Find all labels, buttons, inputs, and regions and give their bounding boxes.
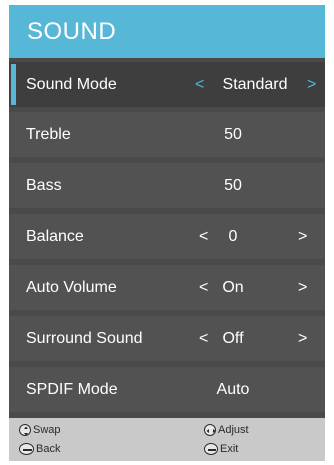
hint-exit: Exit xyxy=(204,440,238,458)
menu-item-treble[interactable]: Treble 50 xyxy=(9,112,325,157)
hint-adjust: Adjust xyxy=(204,421,249,439)
exit-icon xyxy=(204,443,218,456)
menu-item-value: On xyxy=(222,279,244,296)
arrow-left-icon[interactable]: < xyxy=(199,214,208,259)
menu-item-value: Off xyxy=(222,330,244,347)
menu-item-value: Standard xyxy=(222,76,288,93)
arrow-right-icon[interactable]: > xyxy=(298,265,307,310)
hint-back: Back xyxy=(19,440,60,458)
menu-item-bass[interactable]: Bass 50 xyxy=(9,163,325,208)
arrow-right-icon[interactable]: > xyxy=(298,214,307,259)
menu-item-value: 0 xyxy=(228,228,238,245)
arrow-right-icon[interactable]: > xyxy=(307,62,316,107)
arrow-left-icon[interactable]: < xyxy=(199,316,208,361)
menu-item-label: Surround Sound xyxy=(26,330,143,347)
menu-item-label: SPDIF Mode xyxy=(26,381,118,398)
hint-swap-label: Swap xyxy=(33,424,61,437)
menu-title: SOUND xyxy=(9,5,325,58)
focus-indicator xyxy=(11,64,16,105)
up-down-icon xyxy=(19,424,31,437)
menu-item-sound-mode[interactable]: Sound Mode < Standard > xyxy=(9,62,325,107)
menu-item-label: Treble xyxy=(26,126,71,143)
menu-item-value: 50 xyxy=(224,177,242,194)
menu-item-spdif-mode[interactable]: SPDIF Mode Auto xyxy=(9,367,325,412)
key-hint-bar: Swap Adjust Back Exit xyxy=(9,418,325,461)
hint-adjust-label: Adjust xyxy=(218,424,249,437)
hint-back-label: Back xyxy=(36,443,61,456)
arrow-left-icon[interactable]: < xyxy=(195,62,204,107)
menu-item-balance[interactable]: Balance < 0 > xyxy=(9,214,325,259)
left-right-icon xyxy=(204,424,216,437)
menu-item-label: Sound Mode xyxy=(26,76,117,93)
menu-item-auto-volume[interactable]: Auto Volume < On > xyxy=(9,265,325,310)
menu-item-label: Balance xyxy=(26,228,84,245)
menu-item-surround-sound[interactable]: Surround Sound < Off > xyxy=(9,316,325,361)
menu-item-value: 50 xyxy=(224,126,242,143)
menu-item-value: Auto xyxy=(216,381,250,398)
hint-exit-label: Exit xyxy=(220,443,239,456)
menu-item-label: Auto Volume xyxy=(26,279,117,296)
sound-menu: SOUND Sound Mode < Standard > Treble 50 … xyxy=(9,5,325,461)
menu-item-label: Bass xyxy=(26,177,62,194)
arrow-left-icon[interactable]: < xyxy=(199,265,208,310)
hint-swap: Swap xyxy=(19,421,61,439)
menu-icon xyxy=(19,443,34,456)
arrow-right-icon[interactable]: > xyxy=(298,316,307,361)
